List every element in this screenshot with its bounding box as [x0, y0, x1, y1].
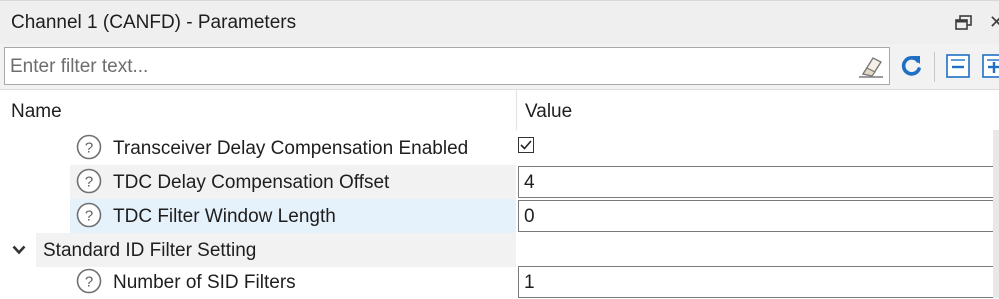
expand-all-icon[interactable] — [982, 54, 999, 80]
param-label: Number of SID Filters — [113, 272, 296, 293]
chevron-down-icon[interactable] — [12, 245, 26, 255]
filter-toolbar — [0, 44, 999, 90]
value-text: 1 — [524, 272, 535, 293]
eraser-icon[interactable] — [857, 54, 885, 80]
svg-text:?: ? — [85, 208, 93, 225]
filter-box — [4, 47, 890, 85]
window-titlebar: Channel 1 (CANFD) - Parameters ✕ — [0, 0, 999, 44]
svg-text:?: ? — [85, 274, 93, 291]
param-label: TDC Filter Window Length — [113, 206, 336, 227]
enabled-checkbox[interactable] — [518, 137, 534, 153]
value-input[interactable]: 0 — [518, 200, 999, 232]
column-divider[interactable] — [516, 90, 517, 130]
group-label: Standard ID Filter Setting — [43, 240, 257, 261]
collapse-all-icon[interactable] — [946, 54, 972, 80]
vertical-scrollbar[interactable] — [993, 130, 999, 298]
column-header-value[interactable]: Value — [525, 101, 572, 123]
help-icon[interactable]: ? — [76, 268, 102, 294]
help-icon[interactable]: ? — [76, 168, 102, 194]
param-label: Transceiver Delay Compensation Enabled — [113, 138, 469, 159]
toolbar-separator — [934, 52, 935, 82]
group-standard-id-filter[interactable]: Standard ID Filter Setting — [0, 233, 999, 267]
filter-input[interactable] — [8, 52, 842, 82]
param-row-tdc-filter-window[interactable]: ? TDC Filter Window Length 0 — [0, 199, 999, 233]
restore-icon[interactable] — [955, 15, 973, 31]
svg-text:?: ? — [85, 174, 93, 191]
param-row-tdc-enabled[interactable]: ? Transceiver Delay Compensation Enabled — [0, 131, 999, 165]
value-text: 4 — [524, 172, 535, 193]
value-text: 0 — [524, 206, 535, 227]
column-header-row: Name Value — [0, 90, 999, 130]
close-icon[interactable]: ✕ — [989, 11, 999, 33]
window-title: Channel 1 (CANFD) - Parameters — [11, 12, 297, 33]
value-input[interactable]: 1 — [518, 266, 999, 298]
param-row-tdc-offset[interactable]: ? TDC Delay Compensation Offset 4 — [0, 165, 999, 199]
value-input[interactable]: 4 — [518, 166, 999, 198]
param-label: TDC Delay Compensation Offset — [113, 172, 390, 193]
help-icon[interactable]: ? — [76, 202, 102, 228]
refresh-icon[interactable] — [898, 53, 924, 79]
param-row-sid-filters[interactable]: ? Number of SID Filters 1 — [0, 265, 999, 299]
svg-text:?: ? — [85, 140, 93, 157]
help-icon[interactable]: ? — [76, 134, 102, 160]
column-header-name[interactable]: Name — [11, 101, 62, 123]
